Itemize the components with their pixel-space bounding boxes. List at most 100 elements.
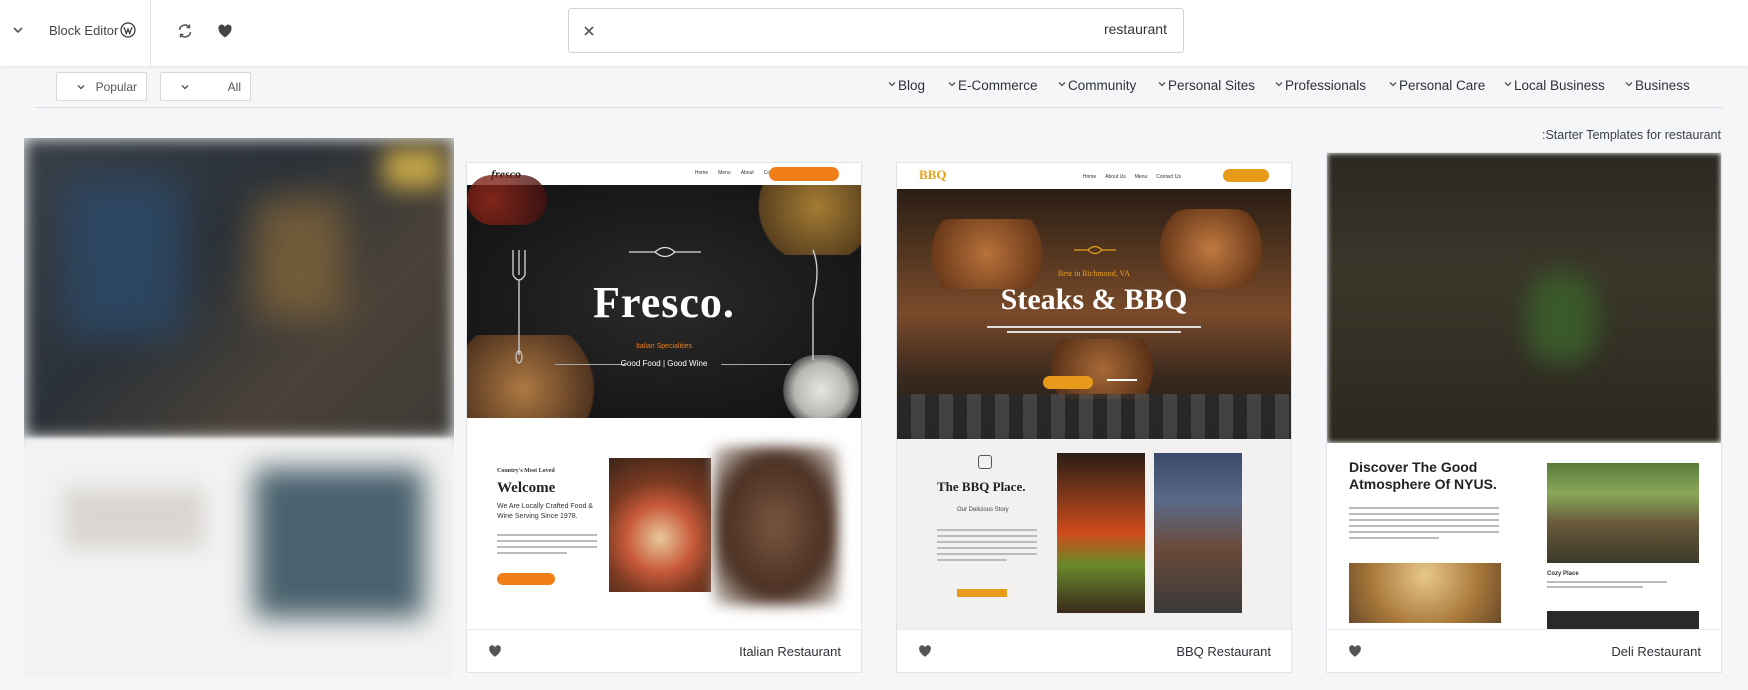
editor-switcher[interactable]: Block Editor	[49, 22, 136, 38]
wordpress-icon	[120, 22, 136, 38]
category-local-business[interactable]: Local Business	[1503, 78, 1605, 93]
meat-image	[1037, 339, 1167, 399]
template-preview[interactable]: Discover The Good Atmosphere Of NYUS. Co…	[1327, 153, 1721, 630]
category-personal-sites[interactable]: Personal Sites	[1157, 78, 1255, 93]
interior-photo	[1547, 463, 1699, 563]
chevron-down-icon	[1275, 82, 1283, 87]
ornament-icon	[1074, 245, 1116, 255]
preview-nav-link: About	[740, 170, 754, 176]
category-label: Personal Sites	[1168, 78, 1256, 93]
preview-cta	[1043, 376, 1093, 389]
preview-welcome-text: We Are Locally Crafted Food & Wine Servi…	[497, 503, 593, 520]
close-icon[interactable]	[581, 23, 597, 39]
preview-hero-title: Fresco.	[593, 278, 735, 327]
template-card-deli-restaurant[interactable]: Discover The Good Atmosphere Of NYUS. Co…	[1326, 152, 1722, 673]
preview-nav-link: Home	[694, 170, 709, 176]
category-e-commerce[interactable]: E-Commerce	[947, 78, 1038, 93]
template-card-italian-restaurant[interactable]: fresco Home Menu About Contact Fresco. I…	[466, 162, 862, 673]
template-name: Italian Restaurant	[739, 644, 841, 659]
preview-nav: BBQ Home About Us Menu Contact Us	[897, 163, 1291, 189]
category-community[interactable]: Community	[1057, 78, 1136, 93]
preview-body: Discover The Good Atmosphere Of NYUS. Co…	[1327, 443, 1721, 630]
preview-button	[957, 589, 1007, 597]
lamp-photo	[1349, 563, 1501, 623]
sort-value: Popular	[95, 80, 137, 94]
preview-hero: Best in Richmond, VA Steaks & BBQ	[897, 189, 1291, 439]
blurred-shape	[64, 178, 184, 338]
preview-nav-button	[1223, 169, 1269, 182]
preview-nav-link: Contact Us	[1156, 174, 1181, 180]
preview-nav-link: About Us	[1105, 174, 1126, 180]
category-professionals[interactable]: Professionals	[1274, 78, 1366, 93]
category-label: Community	[1068, 78, 1137, 93]
sort-dropdown[interactable]: Popular	[56, 72, 147, 101]
preview-rule	[721, 364, 791, 365]
meat-image	[917, 219, 1057, 289]
preview-nav-link: Menu	[718, 170, 731, 176]
blurred-photo	[713, 446, 839, 606]
template-footer: Deli Restaurant	[1327, 629, 1721, 672]
template-preview[interactable]: BBQ Home About Us Menu Contact Us Best i…	[897, 163, 1291, 630]
preview-text-lines	[1349, 507, 1499, 543]
preview-cta-secondary	[1107, 379, 1137, 381]
favorites-heart-icon[interactable]	[216, 22, 234, 40]
template-name: BBQ Restaurant	[1176, 644, 1271, 659]
blurred-shape	[64, 488, 204, 548]
chevron-down-icon	[948, 82, 956, 87]
preview-text-lines	[937, 529, 1037, 565]
chevron-down-icon	[1158, 82, 1166, 87]
preview-body-heading: Discover The Good Atmosphere Of NYUS.	[1349, 459, 1497, 492]
template-name: Deli Restaurant	[1611, 644, 1701, 659]
search-input[interactable]	[667, 21, 1167, 37]
blurred-shape	[254, 468, 424, 618]
blurred-shape	[384, 148, 444, 188]
tomato-image	[467, 175, 547, 225]
favorite-heart-icon[interactable]	[487, 643, 503, 659]
results-label: :Starter Templates for restaurant	[1541, 128, 1721, 142]
chevron-down-icon	[181, 85, 189, 90]
grill-icon	[978, 455, 992, 469]
template-preview[interactable]: fresco Home Menu About Contact Fresco. I…	[467, 163, 861, 630]
chevron-down-icon	[1504, 82, 1512, 87]
grill-image	[897, 394, 1291, 439]
preview-nav-link: Menu	[1134, 174, 1148, 180]
category-label: Professionals	[1285, 78, 1367, 93]
editor-label: Block Editor	[49, 22, 119, 38]
filter-divider	[36, 107, 1722, 108]
search-box[interactable]	[568, 8, 1184, 53]
template-card-bbq-restaurant[interactable]: BBQ Home About Us Menu Contact Us Best i…	[896, 162, 1292, 673]
category-personal-care[interactable]: Personal Care	[1388, 78, 1485, 93]
preview-nav-button	[769, 167, 839, 181]
category-label: Blog	[898, 78, 926, 93]
meat-photo	[1154, 453, 1242, 613]
chevron-down-icon	[1625, 82, 1633, 87]
category-business[interactable]: Business	[1624, 78, 1690, 93]
blurred-shape	[254, 198, 344, 318]
favorite-heart-icon[interactable]	[917, 643, 933, 659]
category-label: E-Commerce	[958, 78, 1038, 93]
preview-body-sub: Our Delicious Story	[957, 507, 1009, 513]
chevron-down-icon	[1058, 82, 1066, 87]
preview-button	[497, 573, 555, 585]
chevron-down-icon	[77, 85, 85, 90]
preview-body-heading: The BBQ Place.	[937, 479, 1026, 494]
favorite-heart-icon[interactable]	[1347, 643, 1363, 659]
preview-body: Country's Most Loved Welcome We Are Loca…	[467, 418, 861, 630]
preview-hero-tag: Good Food | Good Wine	[620, 359, 708, 368]
sync-icon[interactable]	[176, 22, 194, 40]
preview-hero	[1327, 153, 1721, 443]
preview-logo: BBQ	[919, 167, 947, 182]
category-blog[interactable]: Blog	[887, 78, 925, 93]
type-dropdown[interactable]: All	[160, 72, 251, 101]
preview-hero-sub: Italian Specialities	[635, 343, 693, 350]
chevron-down-icon[interactable]	[10, 22, 26, 38]
preview-welcome: Welcome	[497, 480, 556, 496]
dark-photo	[1547, 611, 1699, 630]
preview-caption: Cozy Place	[1547, 571, 1579, 577]
template-card-loading[interactable]	[24, 138, 454, 678]
preview-body: The BBQ Place. Our Delicious Story	[897, 439, 1291, 630]
category-label: Business	[1635, 78, 1690, 93]
skewer-photo	[1057, 453, 1145, 613]
preview-caption-lines	[1547, 581, 1667, 591]
preview-text-lines	[497, 534, 597, 558]
